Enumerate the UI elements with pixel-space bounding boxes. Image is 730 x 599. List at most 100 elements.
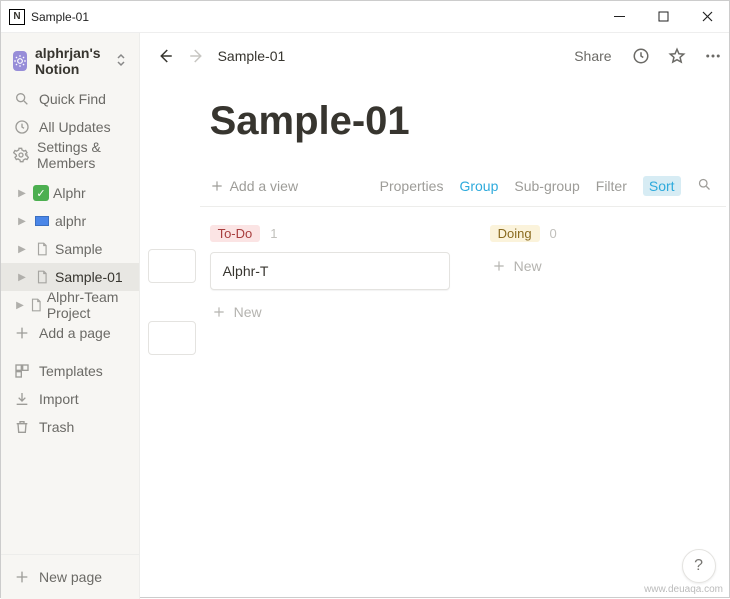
- document-icon: [33, 270, 51, 284]
- updates-button[interactable]: [628, 43, 654, 69]
- new-card-label: New: [234, 304, 262, 320]
- watermark: www.deuaqa.com: [644, 584, 723, 595]
- column-count: 0: [550, 226, 557, 241]
- trash-icon: [13, 419, 31, 435]
- import-button[interactable]: Import: [1, 385, 139, 413]
- caret-right-icon: ▶: [15, 188, 29, 199]
- properties-button[interactable]: Properties: [380, 178, 444, 194]
- new-card-button[interactable]: New: [490, 252, 730, 280]
- sidebar-page-sample[interactable]: ▶ Sample: [1, 235, 139, 263]
- favorite-button[interactable]: [664, 43, 690, 69]
- sidebar-page-label: Sample-01: [55, 269, 123, 285]
- topbar: Sample-01 Share: [140, 33, 730, 79]
- search-icon: [13, 91, 31, 107]
- star-icon: [668, 47, 686, 65]
- unfold-icon: [115, 53, 127, 70]
- content-area: Sample-01 Share Sample-01 Add a view Pro…: [140, 33, 730, 599]
- view-controls: Add a view Properties Group Sub-group Fi…: [200, 170, 726, 207]
- green-check-icon: ✓: [33, 185, 49, 201]
- sidebar-page-alphr[interactable]: ▶ ✓ Alphr: [1, 179, 139, 207]
- import-label: Import: [39, 391, 79, 407]
- ellipsis-icon: [704, 47, 722, 65]
- plus-icon: [492, 259, 506, 273]
- board-card[interactable]: Alphr-T: [210, 252, 450, 290]
- all-updates-label: All Updates: [39, 119, 111, 135]
- maximize-icon: [658, 11, 669, 22]
- download-icon: [13, 391, 31, 407]
- blue-box-icon: [33, 216, 51, 226]
- subgroup-button[interactable]: Sub-group: [514, 178, 579, 194]
- breadcrumb[interactable]: Sample-01: [218, 48, 286, 64]
- minimize-icon: [614, 11, 625, 22]
- settings-members-button[interactable]: Settings & Members: [1, 141, 139, 169]
- new-card-label: New: [514, 258, 542, 274]
- window-title: Sample-01: [31, 10, 89, 24]
- view-search-button[interactable]: [697, 177, 712, 195]
- card-title: Alphr-T: [223, 263, 269, 279]
- caret-right-icon: ▶: [15, 244, 29, 255]
- search-icon: [697, 177, 712, 192]
- board-column-doing: Doing 0 New: [490, 225, 730, 326]
- add-view-button[interactable]: Add a view: [210, 178, 298, 194]
- nav-back-button[interactable]: [154, 45, 176, 67]
- board-column-todo: To-Do 1 Alphr-T New: [210, 225, 450, 326]
- plus-icon: [13, 325, 31, 341]
- new-card-button[interactable]: New: [210, 298, 450, 326]
- filter-button[interactable]: Filter: [596, 178, 627, 194]
- column-tag[interactable]: Doing: [490, 225, 540, 242]
- caret-right-icon: ▶: [15, 272, 29, 283]
- caret-right-icon: ▶: [15, 216, 29, 227]
- new-page-button[interactable]: New page: [1, 555, 139, 599]
- sort-button[interactable]: Sort: [643, 176, 681, 196]
- clock-icon: [632, 47, 650, 65]
- quick-find-label: Quick Find: [39, 91, 106, 107]
- sidebar-page-alphr-lower[interactable]: ▶ alphr: [1, 207, 139, 235]
- new-page-label: New page: [39, 569, 102, 585]
- window-minimize-button[interactable]: [597, 1, 641, 33]
- templates-label: Templates: [39, 363, 103, 379]
- sidebar-page-team-project[interactable]: ▶ Alphr-Team Project: [1, 291, 139, 319]
- add-page-inline-label: Add a page: [39, 325, 111, 341]
- add-view-label: Add a view: [230, 178, 298, 194]
- offscreen-column-stub: [148, 207, 196, 393]
- trash-button[interactable]: Trash: [1, 413, 139, 441]
- window-close-button[interactable]: [685, 1, 729, 33]
- settings-label: Settings & Members: [37, 139, 127, 171]
- gear-icon: [13, 147, 29, 163]
- sidebar-page-label: alphr: [55, 213, 86, 229]
- document-icon: [33, 242, 51, 256]
- window-titlebar: N Sample-01: [1, 1, 729, 33]
- sidebar-page-label: Alphr-Team Project: [47, 289, 131, 321]
- nav-forward-button[interactable]: [186, 45, 208, 67]
- board-view: To-Do 1 Alphr-T New Doing 0: [200, 207, 730, 344]
- sidebar-page-label: Alphr: [53, 185, 86, 201]
- close-icon: [702, 11, 713, 22]
- plus-icon: [210, 179, 224, 193]
- all-updates-button[interactable]: All Updates: [1, 113, 139, 141]
- quick-find-button[interactable]: Quick Find: [1, 85, 139, 113]
- workspace-icon: [13, 51, 27, 71]
- templates-icon: [13, 363, 31, 379]
- document-icon: [29, 298, 43, 312]
- column-tag[interactable]: To-Do: [210, 225, 261, 242]
- sidebar: alphrjan's Notion Quick Find All Updates…: [1, 33, 140, 599]
- help-button[interactable]: ?: [682, 549, 716, 583]
- group-button[interactable]: Group: [459, 178, 498, 194]
- caret-right-icon: ▶: [15, 300, 25, 311]
- share-button[interactable]: Share: [568, 43, 617, 69]
- templates-button[interactable]: Templates: [1, 357, 139, 385]
- plus-icon: [13, 569, 31, 585]
- more-button[interactable]: [700, 43, 726, 69]
- plus-icon: [212, 305, 226, 319]
- workspace-name: alphrjan's Notion: [35, 45, 107, 77]
- sidebar-page-sample-01[interactable]: ▶ Sample-01: [1, 263, 139, 291]
- workspace-switcher[interactable]: alphrjan's Notion: [1, 33, 139, 85]
- sidebar-page-label: Sample: [55, 241, 102, 257]
- trash-label: Trash: [39, 419, 74, 435]
- column-count: 1: [270, 226, 277, 241]
- app-icon: N: [9, 9, 25, 25]
- window-maximize-button[interactable]: [641, 1, 685, 33]
- add-page-inline-button[interactable]: Add a page: [1, 319, 139, 347]
- clock-icon: [13, 119, 31, 135]
- page-title[interactable]: Sample-01: [200, 99, 730, 144]
